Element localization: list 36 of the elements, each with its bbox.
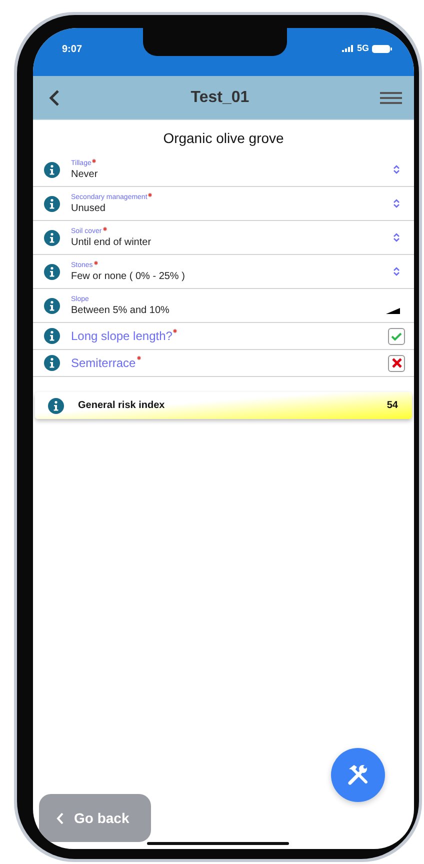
field-label: Long slope length? (71, 329, 172, 343)
info-icon[interactable] (44, 298, 60, 314)
info-icon[interactable] (44, 355, 60, 371)
battery-icon (372, 44, 392, 53)
signal-icon (342, 45, 354, 52)
tools-fab[interactable] (331, 748, 385, 802)
info-icon[interactable] (44, 162, 60, 178)
yes-no-toggle[interactable] (388, 354, 405, 372)
field-label: Semiterrace (71, 356, 136, 370)
info-icon[interactable] (44, 328, 60, 344)
info-icon[interactable] (44, 264, 60, 280)
up-down-chevron-icon[interactable] (393, 199, 400, 208)
back-icon[interactable] (48, 88, 60, 106)
network-label: 5G (356, 42, 369, 55)
field-value: Never (71, 168, 99, 180)
section-title: Organic olive grove (163, 129, 284, 148)
menu-icon[interactable] (380, 90, 402, 104)
info-icon[interactable] (44, 230, 60, 246)
risk-index-value: 54 (386, 399, 398, 413)
up-down-chevron-icon[interactable] (393, 267, 400, 276)
field-value: Few or none ( 0% - 25% ) (71, 270, 186, 282)
risk-index-label: General risk index (78, 399, 166, 413)
info-icon[interactable] (44, 196, 60, 212)
go-back-button[interactable]: Go back (39, 794, 151, 842)
status-time: 9:07 (62, 43, 82, 57)
info-icon[interactable] (48, 398, 64, 414)
field-value: Between 5% and 10% (71, 304, 170, 316)
slope-wedge-icon (386, 308, 400, 314)
up-down-chevron-icon[interactable] (393, 165, 400, 174)
up-down-chevron-icon[interactable] (393, 233, 400, 242)
page-title: Test_01 (190, 88, 250, 108)
yes-no-toggle[interactable] (388, 328, 405, 344)
field-value: Unused (71, 202, 106, 214)
tools-icon (346, 763, 370, 787)
field-value: Until end of winter (71, 236, 152, 248)
chevron-left-icon (56, 812, 64, 824)
